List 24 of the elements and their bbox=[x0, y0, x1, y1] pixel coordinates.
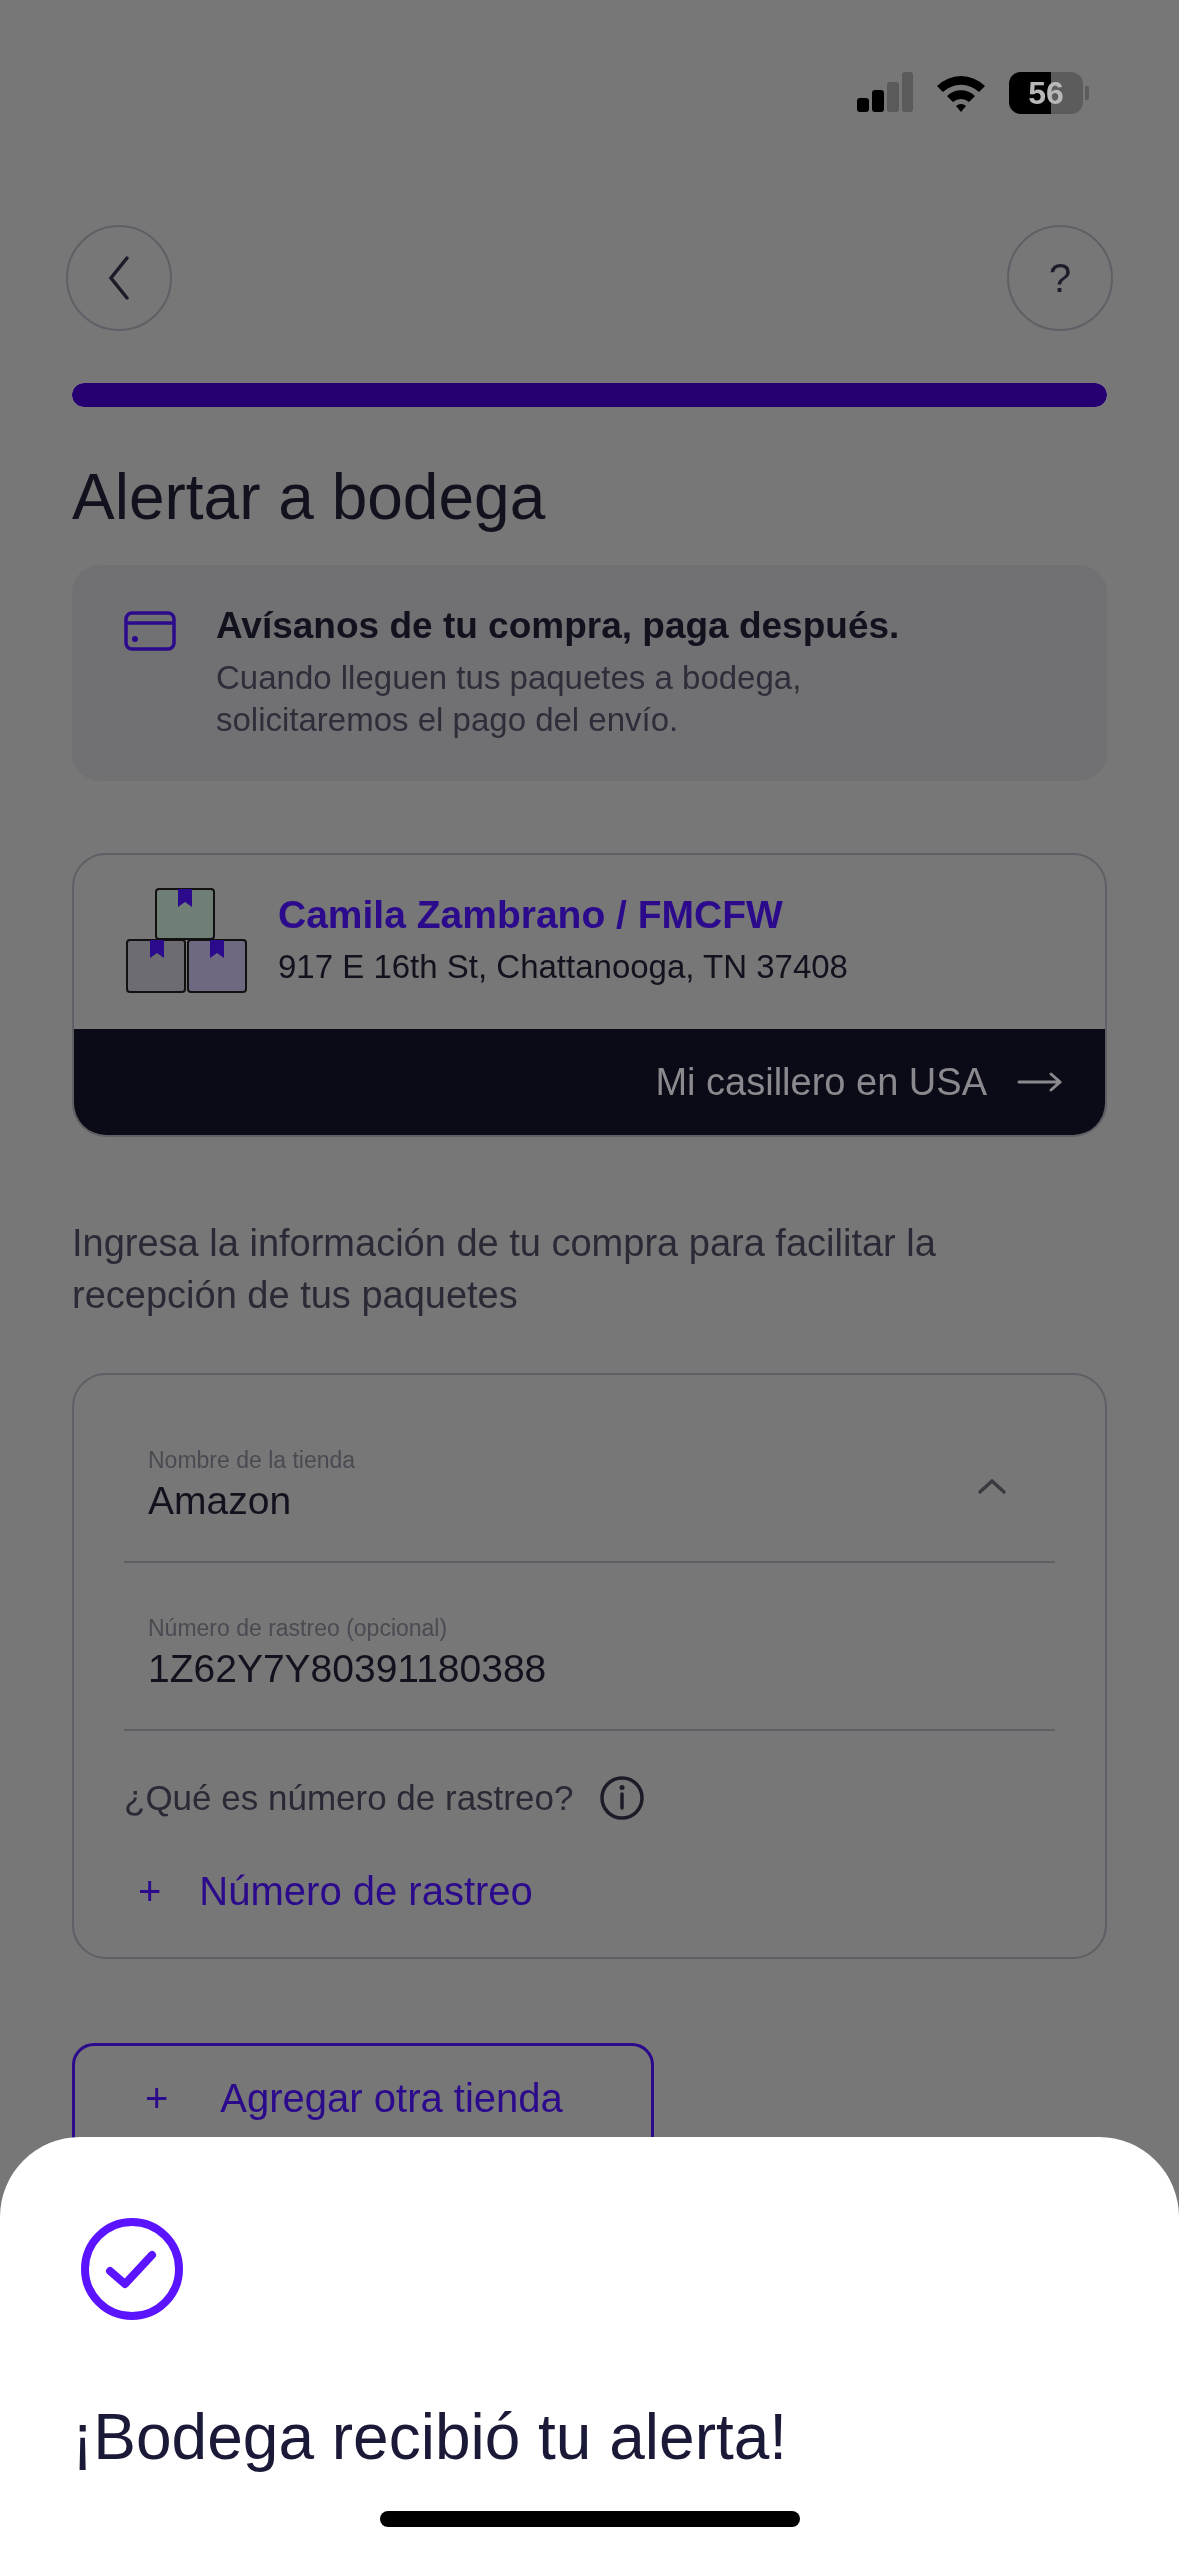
back-icon bbox=[108, 256, 130, 300]
notice-text: Cuando lleguen tus paquetes a bodega, solicitaremos el pago del envío. bbox=[216, 658, 803, 740]
instructions-text: Ingresa la información de tu compra para facilitar la recepción de tus paquetes bbox=[72, 1221, 937, 1318]
field-value: 1Z62Y7Y80391180388 bbox=[148, 1646, 548, 1692]
help-link[interactable]: ¿Qué es número de rastreo? bbox=[124, 1775, 574, 1821]
arrow-right-icon bbox=[1017, 1071, 1063, 1093]
plus-icon: + bbox=[138, 1865, 162, 1917]
add-tracking-link[interactable]: + Número de rastreo bbox=[138, 1865, 533, 1917]
success-title: ¡Bodega recibió tu alerta! bbox=[72, 2400, 789, 2475]
field-value: Amazon bbox=[148, 1478, 293, 1524]
help-button[interactable]: ? bbox=[1007, 225, 1113, 331]
wifi-icon bbox=[935, 73, 987, 113]
notice-title: Avísanos de tu compra, paga después. bbox=[216, 604, 901, 648]
locker-name: Camila Zambrano / FMCFW bbox=[278, 892, 784, 938]
check-circle-icon bbox=[80, 2217, 184, 2321]
locker-address: 917 E 16th St, Chattanooga, TN 37408 bbox=[278, 947, 848, 987]
battery-level: 56 bbox=[1028, 77, 1064, 109]
credit-card-icon bbox=[124, 611, 176, 651]
page-title: Alertar a bodega bbox=[72, 460, 547, 535]
boxes-icon bbox=[126, 887, 248, 993]
info-icon[interactable] bbox=[599, 1775, 646, 1821]
signal-icon bbox=[857, 72, 913, 114]
plus-icon: + bbox=[145, 2072, 169, 2124]
locker-link-bar[interactable]: Mi casillero en USA bbox=[74, 1029, 1105, 1135]
